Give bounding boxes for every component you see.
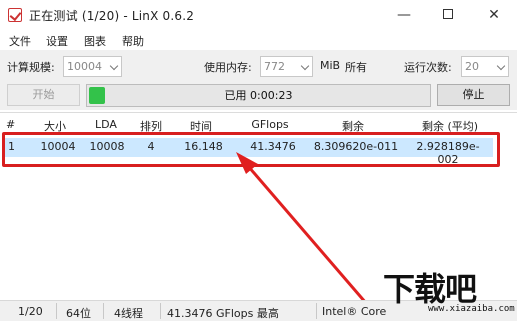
status-divider bbox=[160, 303, 161, 319]
start-button[interactable]: 开始 bbox=[7, 84, 80, 106]
header-lda[interactable]: LDA bbox=[86, 118, 126, 131]
chevron-down-icon bbox=[300, 61, 310, 71]
status-bits: 64位 bbox=[66, 307, 91, 320]
window-title: 正在测试 (1/20) - LinX 0.6.2 bbox=[29, 9, 195, 23]
problem-size-select[interactable]: 10004 bbox=[63, 56, 122, 77]
close-icon[interactable]: ✕ bbox=[472, 0, 516, 30]
runs-label: 运行次数: bbox=[404, 61, 452, 74]
memory-unit: MiB bbox=[320, 59, 341, 72]
problem-size-value: 10004 bbox=[67, 60, 102, 73]
status-peak: 41.3476 GFlops 最高 bbox=[167, 307, 279, 320]
elapsed-time: 已用 0:00:23 bbox=[224, 89, 293, 102]
status-divider bbox=[103, 303, 104, 319]
status-cpu: Intel® Core bbox=[322, 305, 387, 318]
problem-size-label: 计算规模: bbox=[7, 61, 55, 74]
memory-all-option[interactable]: 所有 bbox=[345, 59, 367, 75]
menu-settings[interactable]: 设置 bbox=[46, 33, 68, 49]
minimize-icon[interactable]: — bbox=[382, 0, 426, 30]
memory-value: 772 bbox=[264, 60, 285, 73]
checkmark-app-icon bbox=[8, 8, 22, 22]
status-divider bbox=[316, 303, 317, 319]
chevron-down-icon bbox=[496, 61, 506, 71]
runs-value: 20 bbox=[465, 60, 479, 73]
settings-toolbar: 计算规模: 10004 使用内存: 772 MiB 所有 运行次数: 20 bbox=[0, 50, 517, 82]
menu-charts[interactable]: 图表 bbox=[84, 33, 106, 49]
highlight-box bbox=[2, 132, 500, 167]
memory-label: 使用内存: bbox=[204, 61, 252, 74]
maximize-icon[interactable] bbox=[426, 0, 470, 30]
status-threads: 4线程 bbox=[114, 307, 143, 320]
chevron-down-icon bbox=[109, 61, 119, 71]
status-divider bbox=[56, 303, 57, 319]
runs-select[interactable]: 20 bbox=[461, 56, 509, 77]
memory-select[interactable]: 772 bbox=[260, 56, 313, 77]
watermark-url: www.xiazaiba.com bbox=[428, 304, 515, 314]
watermark-logo: 下载吧 www.xiazaiba.com bbox=[383, 264, 515, 318]
progress-bar: 已用 0:00:23 bbox=[86, 84, 431, 107]
title-bar: 正在测试 (1/20) - LinX 0.6.2 — ✕ bbox=[0, 0, 517, 30]
stop-button[interactable]: 停止 bbox=[437, 84, 510, 106]
header-index[interactable]: # bbox=[6, 118, 15, 131]
header-gflops[interactable]: GFlops bbox=[245, 118, 295, 131]
menu-help[interactable]: 帮助 bbox=[122, 33, 144, 49]
menu-bar: 文件 设置 图表 帮助 bbox=[0, 30, 517, 50]
menu-file[interactable]: 文件 bbox=[9, 33, 31, 49]
status-progress: 1/20 bbox=[18, 305, 43, 318]
